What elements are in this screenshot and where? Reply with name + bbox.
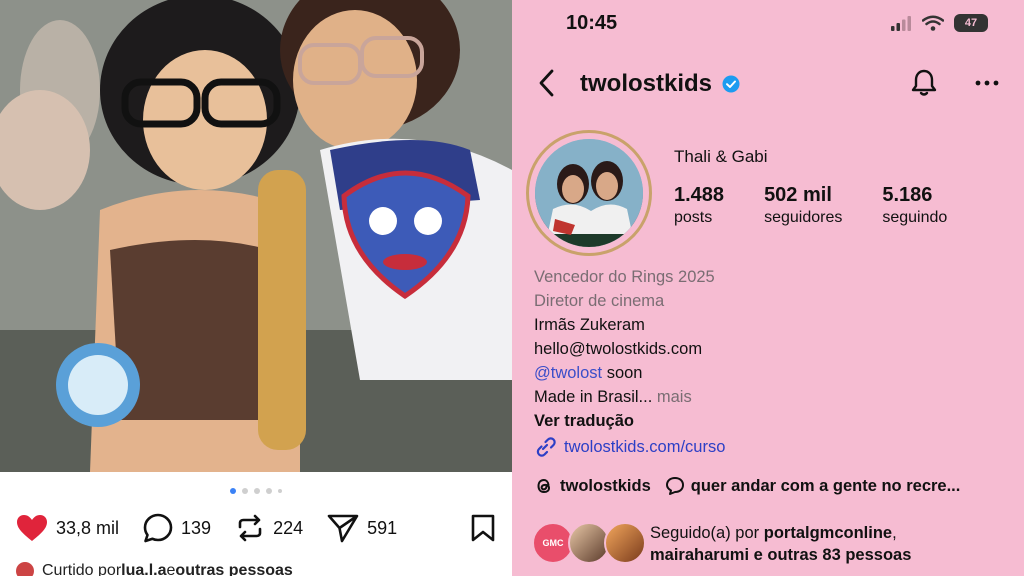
threads-row: twolostkids quer andar com a gente no re… <box>534 476 960 496</box>
stat-followers[interactable]: 502 mil seguidores <box>764 184 842 227</box>
bio-line-2: hello@twolostkids.com <box>534 340 703 358</box>
status-bar: 10:45 47 <box>512 0 1024 44</box>
comment-icon <box>143 513 173 543</box>
carousel-dot-active <box>230 488 236 494</box>
status-time: 10:45 <box>566 12 618 34</box>
reposts-count: 224 <box>273 517 304 538</box>
profile-avatar-image <box>535 139 643 247</box>
followed-by-user-1[interactable]: portalgmconline <box>764 524 892 542</box>
repost-icon <box>238 514 262 542</box>
profile-display-name: Thali & Gabi <box>674 147 768 166</box>
post-panel: 33,8 mil 139 224 591 Curtido por lua.l.a… <box>0 0 512 576</box>
follower-avatar-3 <box>604 522 646 564</box>
status-icons: 47 <box>890 14 988 32</box>
post-photo-illustration <box>0 0 512 472</box>
link-icon <box>536 437 556 457</box>
profile-stats: 1.488 posts 502 mil seguidores 5.186 seg… <box>674 184 987 227</box>
wifi-icon <box>922 15 944 31</box>
bio-mention-link[interactable]: @twolost <box>534 364 602 382</box>
post-photo[interactable] <box>0 0 512 472</box>
bio-more-link[interactable]: mais <box>652 388 692 406</box>
liked-by-user[interactable]: lua.l.a <box>121 562 166 576</box>
followed-by-suffix: e outras 83 pessoas <box>749 546 912 564</box>
bio-line-4-text: Made in Brasil... <box>534 388 653 406</box>
profile-username-header: twolostkids <box>580 70 740 98</box>
carousel-dot <box>242 488 248 494</box>
stat-label: posts <box>674 209 713 226</box>
stat-label: seguindo <box>882 209 948 226</box>
stat-value: 502 mil <box>764 184 832 206</box>
bio-line-3: @twolost soon <box>534 361 1004 385</box>
battery-indicator: 47 <box>954 14 988 32</box>
chat-bubble-icon <box>665 477 684 495</box>
liked-by-others[interactable]: outras pessoas <box>175 562 292 576</box>
shares-count: 591 <box>367 517 398 538</box>
share-button[interactable]: 591 <box>327 513 397 543</box>
liked-by-mid: e <box>166 562 176 576</box>
carousel-dot <box>278 489 282 493</box>
stat-following[interactable]: 5.186 seguindo <box>882 184 947 227</box>
notifications-button[interactable] <box>910 68 938 103</box>
save-button[interactable] <box>470 514 496 547</box>
carousel-dot <box>266 488 272 494</box>
bio-category-2: Diretor de cinema <box>534 292 665 310</box>
liked-by-prefix: Curtido por <box>42 562 122 576</box>
comments-count: 139 <box>181 517 212 538</box>
bio-category-1: Vencedor do Rings 2025 <box>534 268 715 286</box>
threads-note[interactable]: quer andar com a gente no recre... <box>691 477 961 496</box>
bio-line-1: Irmãs Zukeram <box>534 316 645 334</box>
bookmark-icon <box>471 514 495 542</box>
stat-posts[interactable]: 1.488 posts <box>674 184 724 227</box>
bell-icon <box>911 69 937 96</box>
followed-by-text: Seguido(a) por portalgmconline, mairahar… <box>650 522 911 566</box>
bio-mention-suffix: soon <box>602 364 643 382</box>
back-button[interactable] <box>536 68 558 103</box>
like-button[interactable]: 33,8 mil <box>16 514 119 542</box>
signal-icon <box>891 16 911 31</box>
likes-count: 33,8 mil <box>56 517 120 538</box>
profile-panel: 10:45 47 twolostkids Thali & Gabi 1.488 … <box>512 0 1024 576</box>
followed-by-prefix: Seguido(a) por <box>650 524 764 542</box>
repost-button[interactable]: 224 <box>235 513 303 543</box>
liker-avatar[interactable] <box>16 562 34 576</box>
avatar-illustration <box>535 139 643 247</box>
carousel-dot <box>254 488 260 494</box>
more-horizontal-icon <box>975 80 999 86</box>
bio-line-4: Made in Brasil... mais <box>534 385 1004 409</box>
followed-by-user-2[interactable]: mairaharumi <box>650 546 749 564</box>
send-icon <box>327 514 359 543</box>
bio-link-text: twolostkids.com/curso <box>564 438 726 456</box>
chevron-left-icon <box>539 69 554 97</box>
liked-by-line: Curtido por lua.l.a e outras pessoas <box>16 562 293 576</box>
threads-handle[interactable]: twolostkids <box>560 477 651 496</box>
stat-value: 5.186 <box>882 184 933 206</box>
post-actions: 33,8 mil 139 224 591 <box>16 510 496 546</box>
see-translation-link[interactable]: Ver tradução <box>534 409 1004 433</box>
heart-icon <box>17 515 47 541</box>
verified-badge-icon <box>722 75 740 93</box>
profile-bio: Vencedor do Rings 2025 Diretor de cinema… <box>534 265 1004 459</box>
profile-avatar[interactable] <box>526 130 652 256</box>
stat-value: 1.488 <box>674 184 725 206</box>
threads-icon <box>537 478 551 494</box>
carousel-indicator <box>0 488 512 494</box>
profile-username: twolostkids <box>580 70 713 97</box>
followed-by-comma: , <box>892 524 897 542</box>
bio-external-link[interactable]: twolostkids.com/curso <box>534 435 1004 459</box>
followed-by-section[interactable]: GMC Seguido(a) por portalgmconline, mair… <box>532 522 1012 566</box>
comment-button[interactable]: 139 <box>143 513 211 543</box>
stat-label: seguidores <box>764 209 843 226</box>
more-options-button[interactable] <box>974 68 1000 103</box>
profile-header: twolostkids <box>512 60 1024 108</box>
